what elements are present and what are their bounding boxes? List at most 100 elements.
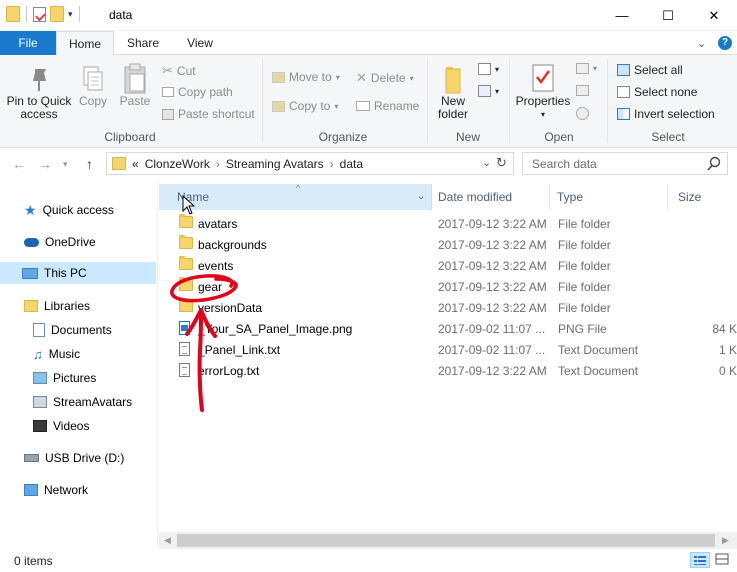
scroll-left-icon[interactable]: ◀	[164, 535, 171, 546]
new-folder-button[interactable]: New folder	[433, 63, 473, 121]
details-view-button[interactable]	[690, 552, 710, 568]
move-to-button[interactable]: Move to ▾	[272, 70, 340, 84]
file-row-panel-image[interactable]: _Your_SA_Panel_Image.png 2017-09-02 11:0…	[159, 318, 737, 339]
details-view-icon	[694, 556, 706, 565]
file-row-backgrounds[interactable]: backgrounds 2017-09-12 3:22 AM File fold…	[159, 234, 737, 255]
video-library-icon	[33, 396, 47, 408]
tab-view[interactable]: View	[172, 31, 228, 55]
column-header-size[interactable]: Size	[669, 184, 737, 210]
file-name: avatars	[198, 217, 238, 231]
open-button[interactable]: ▾	[576, 63, 597, 74]
breadcrumb-separator[interactable]: ›	[216, 157, 220, 171]
nav-item-this-pc[interactable]: This PC	[0, 262, 156, 284]
address-history-icon[interactable]: ⌄	[482, 156, 491, 169]
sort-ascending-icon: ^	[296, 183, 301, 193]
nav-item-documents[interactable]: Documents	[33, 319, 112, 341]
nav-item-music[interactable]: ♫ Music	[33, 343, 80, 365]
rename-button[interactable]: Rename	[356, 99, 419, 113]
file-date: 2017-09-02 11:07 ...	[438, 322, 546, 336]
file-row-events[interactable]: events 2017-09-12 3:22 AM File folder	[159, 255, 737, 276]
file-date: 2017-09-12 3:22 AM	[438, 259, 547, 273]
divider	[262, 59, 263, 143]
breadcrumb-item[interactable]: ClonzeWork	[145, 157, 210, 171]
copy-to-button[interactable]: Copy to ▾	[272, 99, 338, 113]
file-row-panel-link[interactable]: _Panel_Link.txt 2017-09-02 11:07 ... Tex…	[159, 339, 737, 360]
easy-access-icon	[478, 85, 491, 97]
copy-path-button[interactable]: Copy path	[162, 85, 233, 99]
file-date: 2017-09-12 3:22 AM	[438, 364, 547, 378]
column-header-type[interactable]: Type	[551, 184, 668, 210]
tab-file[interactable]: File	[0, 31, 56, 55]
address-bar[interactable]: « ClonzeWork › Streaming Avatars › data …	[106, 152, 514, 175]
scroll-right-icon[interactable]: ▶	[722, 535, 729, 546]
nav-item-network[interactable]: Network	[24, 479, 88, 501]
paste-button[interactable]: Paste	[118, 63, 152, 108]
star-icon: ★	[24, 201, 37, 218]
file-date: 2017-09-12 3:22 AM	[438, 280, 547, 294]
file-row-errorlog[interactable]: errorLog.txt 2017-09-12 3:22 AM Text Doc…	[159, 360, 737, 381]
delete-button[interactable]: ✕ Delete ▾	[356, 70, 414, 86]
file-type: PNG File	[558, 322, 607, 336]
easy-access-button[interactable]: ▾	[478, 85, 499, 97]
nav-item-usb-drive[interactable]: USB Drive (D:)	[24, 447, 124, 469]
select-all-button[interactable]: Select all	[617, 63, 683, 77]
properties-button[interactable]: Properties ▾	[514, 63, 572, 121]
chevron-down-icon[interactable]: ⌄	[417, 184, 425, 210]
help-icon[interactable]: ?	[718, 36, 732, 50]
copy-button[interactable]: Copy	[76, 65, 110, 108]
rename-label: Rename	[374, 99, 420, 113]
cut-button[interactable]: ✂ Cut	[162, 63, 196, 79]
column-header-name[interactable]: ^ Name ⌄	[159, 183, 432, 210]
file-row-versiondata[interactable]: versionData 2017-09-12 3:22 AM File fold…	[159, 297, 737, 318]
nav-item-onedrive[interactable]: OneDrive	[24, 231, 96, 253]
pin-to-quick-access-button[interactable]: Pin to Quick access	[6, 65, 72, 121]
breadcrumb-item[interactable]: Streaming Avatars	[226, 157, 324, 171]
breadcrumb-item[interactable]: data	[340, 157, 363, 171]
column-header-date-modified[interactable]: Date modified	[433, 184, 550, 210]
folder-icon	[179, 298, 193, 312]
nav-item-pictures[interactable]: Pictures	[33, 367, 96, 389]
nav-item-quick-access[interactable]: ★ Quick access	[24, 199, 114, 221]
customize-toolbar-icon[interactable]: ▾	[68, 9, 73, 20]
nav-item-streamavatars[interactable]: StreamAvatars	[33, 391, 132, 413]
maximize-button[interactable]: ☐	[645, 0, 691, 31]
forward-arrow-icon[interactable]: →	[38, 156, 52, 172]
back-arrow-icon[interactable]: ←	[12, 156, 26, 172]
refresh-icon[interactable]: ↻	[496, 155, 507, 171]
file-row-avatars[interactable]: avatars 2017-09-12 3:22 AM File folder	[159, 213, 737, 234]
nav-item-libraries[interactable]: Libraries	[24, 295, 90, 317]
folder-icon	[179, 214, 193, 228]
edit-button[interactable]	[576, 85, 589, 96]
column-label: Type	[557, 190, 584, 204]
nav-label: Pictures	[53, 371, 97, 385]
paste-shortcut-button[interactable]: Paste shortcut	[162, 107, 255, 121]
nav-item-videos[interactable]: Videos	[33, 415, 89, 437]
file-type: File folder	[558, 259, 611, 273]
history-button[interactable]	[576, 107, 589, 120]
minimize-button[interactable]: —	[599, 0, 645, 31]
breadcrumb-overflow[interactable]: «	[132, 157, 139, 171]
navigation-pane: ★ Quick access OneDrive This PC Librarie…	[0, 180, 158, 546]
invert-selection-button[interactable]: Invert selection	[617, 107, 715, 121]
videos-icon	[33, 420, 47, 432]
scrollbar-thumb[interactable]	[177, 534, 715, 547]
chevron-down-icon: ▾	[593, 64, 598, 73]
search-box[interactable]	[522, 152, 728, 175]
select-none-button[interactable]: Select none	[617, 85, 697, 99]
select-none-icon	[617, 86, 630, 98]
search-input[interactable]	[532, 156, 702, 172]
tab-share[interactable]: Share	[114, 31, 172, 55]
new-folder-icon[interactable]	[50, 6, 64, 22]
paste-shortcut-icon	[162, 108, 174, 120]
file-row-gear[interactable]: gear 2017-09-12 3:22 AM File folder	[159, 276, 737, 297]
close-button[interactable]: ✕	[691, 0, 737, 31]
recent-locations-icon[interactable]: ▾	[63, 159, 68, 170]
large-icons-view-button[interactable]	[713, 552, 733, 568]
up-arrow-icon[interactable]: ↑	[86, 156, 93, 172]
breadcrumb-separator[interactable]: ›	[330, 157, 334, 171]
horizontal-scrollbar[interactable]: ◀ ▶	[159, 532, 737, 549]
chevron-down-icon[interactable]: ⌄	[697, 37, 706, 50]
properties-icon[interactable]	[33, 6, 46, 22]
new-item-button[interactable]: ▾	[478, 63, 499, 75]
tab-home[interactable]: Home	[56, 31, 114, 56]
